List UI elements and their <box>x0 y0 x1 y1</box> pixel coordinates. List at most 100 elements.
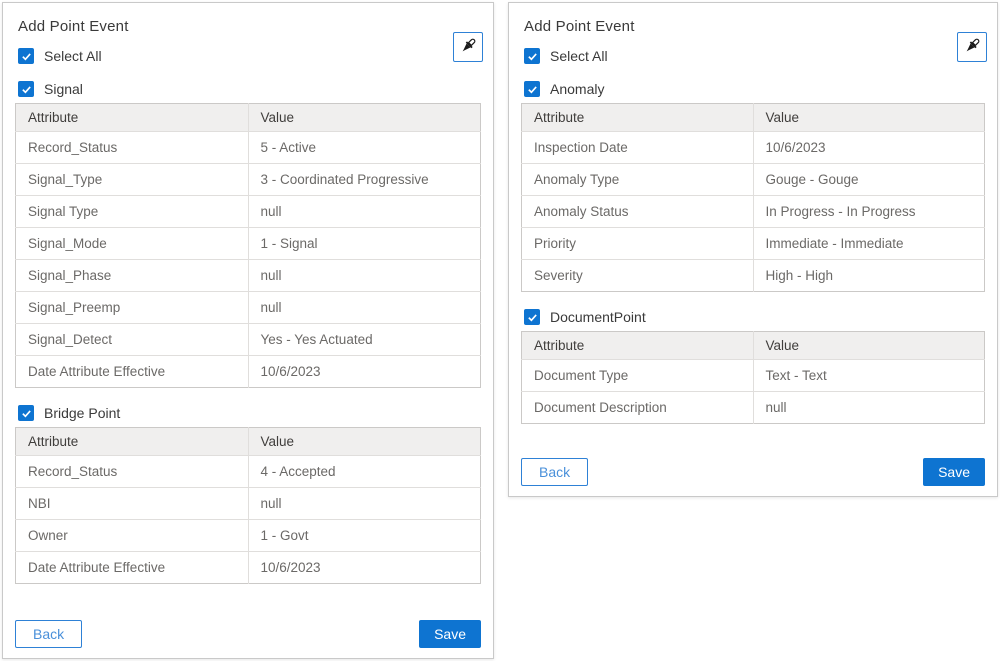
select-all-row: Select All <box>524 48 985 64</box>
attribute-cell: Inspection Date <box>522 132 754 164</box>
value-cell: 10/6/2023 <box>753 132 985 164</box>
value-cell: High - High <box>753 260 985 292</box>
table-row: Document Description null <box>522 392 985 424</box>
attribute-column-header: Attribute <box>16 104 249 132</box>
section-row-document-point: DocumentPoint <box>524 309 985 325</box>
table-row: Document Type Text - Text <box>522 360 985 392</box>
table-header-row: Attribute Value <box>16 104 481 132</box>
table-row: Anomaly Type Gouge - Gouge <box>522 164 985 196</box>
value-cell: Yes - Yes Actuated <box>248 324 481 356</box>
table-row: NBI null <box>16 488 481 520</box>
table-row: Signal Type null <box>16 196 481 228</box>
add-point-event-panel-right: Add Point Event Select All Anomaly Att <box>508 2 998 497</box>
bridge-point-checkbox[interactable] <box>18 405 34 421</box>
section-row-bridge-point: Bridge Point <box>18 405 481 421</box>
table-row: Signal_Mode 1 - Signal <box>16 228 481 260</box>
table-header-row: Attribute Value <box>16 428 481 456</box>
section-row-anomaly: Anomaly <box>524 81 985 97</box>
attribute-column-header: Attribute <box>522 332 754 360</box>
table-row: Record_Status 4 - Accepted <box>16 456 481 488</box>
page-title: Add Point Event <box>18 18 481 35</box>
table-row: Signal_Preemp null <box>16 292 481 324</box>
eyedropper-button[interactable] <box>957 32 987 62</box>
save-button[interactable]: Save <box>419 620 481 648</box>
page-title: Add Point Event <box>524 18 985 35</box>
value-cell: 1 - Signal <box>248 228 481 260</box>
check-icon <box>21 408 32 419</box>
attribute-cell: Record_Status <box>16 456 249 488</box>
check-icon <box>527 84 538 95</box>
back-button[interactable]: Back <box>521 458 588 486</box>
attribute-cell: Signal_Preemp <box>16 292 249 324</box>
value-cell: 10/6/2023 <box>248 552 481 584</box>
attribute-cell: Date Attribute Effective <box>16 552 249 584</box>
anomaly-attribute-table: Attribute Value Inspection Date 10/6/202… <box>521 103 985 292</box>
attribute-cell: Document Description <box>522 392 754 424</box>
value-column-header: Value <box>753 332 985 360</box>
select-all-checkbox[interactable] <box>18 48 34 64</box>
back-button[interactable]: Back <box>15 620 82 648</box>
eyedropper-icon <box>962 36 982 59</box>
bridge-point-label: Bridge Point <box>44 405 120 421</box>
attribute-cell: Signal_Mode <box>16 228 249 260</box>
document-point-label: DocumentPoint <box>550 309 646 325</box>
check-icon <box>527 312 538 323</box>
attribute-cell: Signal_Detect <box>16 324 249 356</box>
attribute-cell: NBI <box>16 488 249 520</box>
anomaly-label: Anomaly <box>550 81 604 97</box>
signal-attribute-table: Attribute Value Record_Status 5 - Active… <box>15 103 481 388</box>
value-cell: Gouge - Gouge <box>753 164 985 196</box>
attribute-cell: Record_Status <box>16 132 249 164</box>
attribute-cell: Priority <box>522 228 754 260</box>
attribute-cell: Anomaly Type <box>522 164 754 196</box>
check-icon <box>21 51 32 62</box>
attribute-cell: Anomaly Status <box>522 196 754 228</box>
attribute-cell: Severity <box>522 260 754 292</box>
attribute-cell: Date Attribute Effective <box>16 356 249 388</box>
table-row: Owner 1 - Govt <box>16 520 481 552</box>
value-cell: In Progress - In Progress <box>753 196 985 228</box>
save-button[interactable]: Save <box>923 458 985 486</box>
value-cell: 3 - Coordinated Progressive <box>248 164 481 196</box>
document-point-checkbox[interactable] <box>524 309 540 325</box>
value-cell: 5 - Active <box>248 132 481 164</box>
table-row: Date Attribute Effective 10/6/2023 <box>16 356 481 388</box>
check-icon <box>527 51 538 62</box>
attribute-column-header: Attribute <box>522 104 754 132</box>
select-all-checkbox[interactable] <box>524 48 540 64</box>
attribute-cell: Signal Type <box>16 196 249 228</box>
add-point-event-panel-left: Add Point Event Select All Signal Attr <box>2 2 494 659</box>
attribute-cell: Signal_Phase <box>16 260 249 292</box>
select-all-label: Select All <box>44 48 102 64</box>
value-cell: 4 - Accepted <box>248 456 481 488</box>
table-row: Anomaly Status In Progress - In Progress <box>522 196 985 228</box>
table-row: Inspection Date 10/6/2023 <box>522 132 985 164</box>
attribute-cell: Document Type <box>522 360 754 392</box>
value-cell: null <box>753 392 985 424</box>
table-row: Severity High - High <box>522 260 985 292</box>
table-row: Signal_Phase null <box>16 260 481 292</box>
table-row: Signal_Detect Yes - Yes Actuated <box>16 324 481 356</box>
table-header-row: Attribute Value <box>522 332 985 360</box>
attribute-column-header: Attribute <box>16 428 249 456</box>
value-cell: 10/6/2023 <box>248 356 481 388</box>
select-all-row: Select All <box>18 48 481 64</box>
eyedropper-button[interactable] <box>453 32 483 62</box>
value-column-header: Value <box>248 428 481 456</box>
document-point-attribute-table: Attribute Value Document Type Text - Tex… <box>521 331 985 424</box>
check-icon <box>21 84 32 95</box>
section-row-signal: Signal <box>18 81 481 97</box>
eyedropper-icon <box>458 36 478 59</box>
anomaly-checkbox[interactable] <box>524 81 540 97</box>
value-cell: null <box>248 488 481 520</box>
value-column-header: Value <box>753 104 985 132</box>
table-row: Record_Status 5 - Active <box>16 132 481 164</box>
value-cell: Text - Text <box>753 360 985 392</box>
value-cell: null <box>248 196 481 228</box>
attribute-cell: Signal_Type <box>16 164 249 196</box>
signal-checkbox[interactable] <box>18 81 34 97</box>
bridge-point-attribute-table: Attribute Value Record_Status 4 - Accept… <box>15 427 481 584</box>
value-cell: Immediate - Immediate <box>753 228 985 260</box>
signal-label: Signal <box>44 81 83 97</box>
value-column-header: Value <box>248 104 481 132</box>
